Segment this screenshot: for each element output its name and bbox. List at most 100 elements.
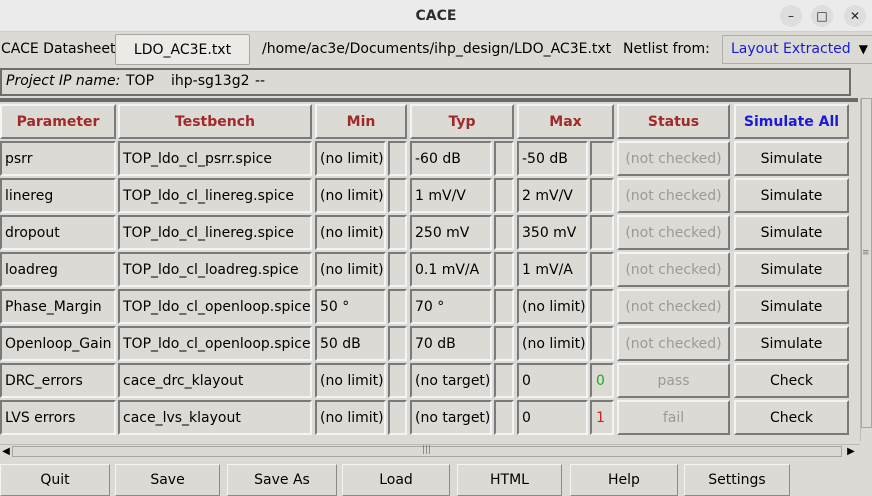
typ-cell: 70 °	[410, 289, 492, 324]
parameter-cell: dropout	[0, 215, 116, 250]
min-cell: (no limit)	[315, 141, 386, 176]
close-icon[interactable]: ✕	[844, 5, 866, 27]
save-button[interactable]: Save	[115, 464, 220, 496]
status-button[interactable]: (not checked)	[617, 141, 730, 176]
project-info: Project IP name: TOP ihp-sg13g2 --	[0, 68, 851, 96]
testbench-cell: TOP_ldo_cl_openloop.spice	[118, 326, 312, 361]
quit-button[interactable]: Quit	[0, 464, 110, 496]
datasheet-file-button[interactable]: LDO_AC3E.txt	[115, 34, 250, 65]
grip-icon: ≡	[862, 248, 870, 258]
status-button[interactable]: (not checked)	[617, 215, 730, 250]
maximize-icon[interactable]: □	[811, 5, 833, 27]
check-button[interactable]: Check	[734, 363, 849, 398]
min-flag-cell	[388, 400, 407, 435]
table-divider	[0, 98, 858, 102]
testbench-cell: TOP_ldo_cl_openloop.spice	[118, 289, 312, 324]
min-flag-cell	[388, 363, 407, 398]
min-flag-cell	[388, 178, 407, 213]
status-button[interactable]: (not checked)	[617, 289, 730, 324]
typ-flag-cell	[494, 400, 514, 435]
netlist-select[interactable]: Layout Extracted ▼	[722, 35, 872, 64]
simulate-button[interactable]: Simulate	[734, 252, 849, 287]
horizontal-scrollbar[interactable]: ◀ ||| ▶	[0, 444, 860, 458]
check-button[interactable]: Check	[734, 400, 849, 435]
help-button[interactable]: Help	[570, 464, 678, 496]
status-button[interactable]: (not checked)	[617, 326, 730, 361]
header-testbench: Testbench	[118, 104, 312, 139]
testbench-cell: TOP_ldo_cl_linereg.spice	[118, 215, 312, 250]
min-flag-cell	[388, 326, 407, 361]
simulate-all-button[interactable]: Simulate All	[734, 104, 849, 139]
testbench-cell: TOP_ldo_cl_psrr.spice	[118, 141, 312, 176]
max-cell: (no limit)	[517, 326, 588, 361]
grip-icon: |||	[422, 445, 432, 455]
simulate-button[interactable]: Simulate	[734, 178, 849, 213]
max-cell: 0	[517, 363, 588, 398]
typ-flag-cell	[494, 326, 514, 361]
project-extra: --	[255, 73, 266, 89]
max-cell: 1 mV/A	[517, 252, 588, 287]
testbench-cell: cace_lvs_klayout	[118, 400, 312, 435]
simulate-button[interactable]: Simulate	[734, 326, 849, 361]
typ-flag-cell	[494, 215, 514, 250]
window-title: CACE	[415, 8, 457, 24]
save-as-button[interactable]: Save As	[227, 464, 337, 496]
min-cell: (no limit)	[315, 363, 386, 398]
status-button[interactable]: (not checked)	[617, 252, 730, 287]
typ-cell: (no target)	[410, 400, 492, 435]
datasheet-label: CACE Datasheet:	[1, 41, 121, 57]
min-cell: 50 dB	[315, 326, 386, 361]
result-flag-cell: 1	[590, 400, 614, 435]
parameter-cell: DRC_errors	[0, 363, 116, 398]
result-flag-cell	[590, 289, 614, 324]
netlist-label: Netlist from:	[623, 41, 710, 57]
vertical-scrollbar-thumb[interactable]	[861, 98, 872, 428]
simulate-button[interactable]: Simulate	[734, 289, 849, 324]
typ-cell: 0.1 mV/A	[410, 252, 492, 287]
min-flag-cell	[388, 215, 407, 250]
result-flag-cell: 0	[590, 363, 614, 398]
min-cell: (no limit)	[315, 252, 386, 287]
min-cell: 50 °	[315, 289, 386, 324]
testbench-cell: TOP_ldo_cl_linereg.spice	[118, 178, 312, 213]
project-label: Project IP name:	[6, 73, 121, 89]
status-button[interactable]: fail	[617, 400, 730, 435]
netlist-select-value: Layout Extracted	[731, 41, 851, 57]
header-min: Min	[315, 104, 407, 139]
settings-button[interactable]: Settings	[684, 464, 790, 496]
parameter-cell: loadreg	[0, 252, 116, 287]
min-flag-cell	[388, 289, 407, 324]
simulate-button[interactable]: Simulate	[734, 215, 849, 250]
max-cell: 0	[517, 400, 588, 435]
header-status: Status	[617, 104, 730, 139]
minimize-icon[interactable]: –	[780, 5, 802, 27]
typ-cell: 250 mV	[410, 215, 492, 250]
typ-flag-cell	[494, 252, 514, 287]
title-bar: CACE – □ ✕	[0, 0, 872, 32]
typ-cell: 1 mV/V	[410, 178, 492, 213]
vertical-scrollbar[interactable]: ≡	[860, 98, 872, 441]
simulate-button[interactable]: Simulate	[734, 141, 849, 176]
typ-flag-cell	[494, 141, 514, 176]
parameter-cell: linereg	[0, 178, 116, 213]
min-cell: (no limit)	[315, 400, 386, 435]
html-button[interactable]: HTML	[457, 464, 562, 496]
scroll-right-icon[interactable]: ▶	[845, 445, 857, 458]
scroll-left-icon[interactable]: ◀	[0, 445, 12, 458]
max-cell: 350 mV	[517, 215, 588, 250]
max-cell: 2 mV/V	[517, 178, 588, 213]
max-cell: -50 dB	[517, 141, 588, 176]
typ-cell: (no target)	[410, 363, 492, 398]
status-button[interactable]: pass	[617, 363, 730, 398]
header-max: Max	[517, 104, 614, 139]
status-button[interactable]: (not checked)	[617, 178, 730, 213]
result-flag-cell	[590, 252, 614, 287]
min-cell: (no limit)	[315, 178, 386, 213]
project-name: TOP	[126, 73, 155, 89]
datasheet-path: /home/ac3e/Documents/ihp_design/LDO_AC3E…	[262, 41, 612, 57]
min-cell: (no limit)	[315, 215, 386, 250]
header-parameter: Parameter	[0, 104, 116, 139]
typ-cell: 70 dB	[410, 326, 492, 361]
typ-flag-cell	[494, 363, 514, 398]
load-button[interactable]: Load	[342, 464, 450, 496]
